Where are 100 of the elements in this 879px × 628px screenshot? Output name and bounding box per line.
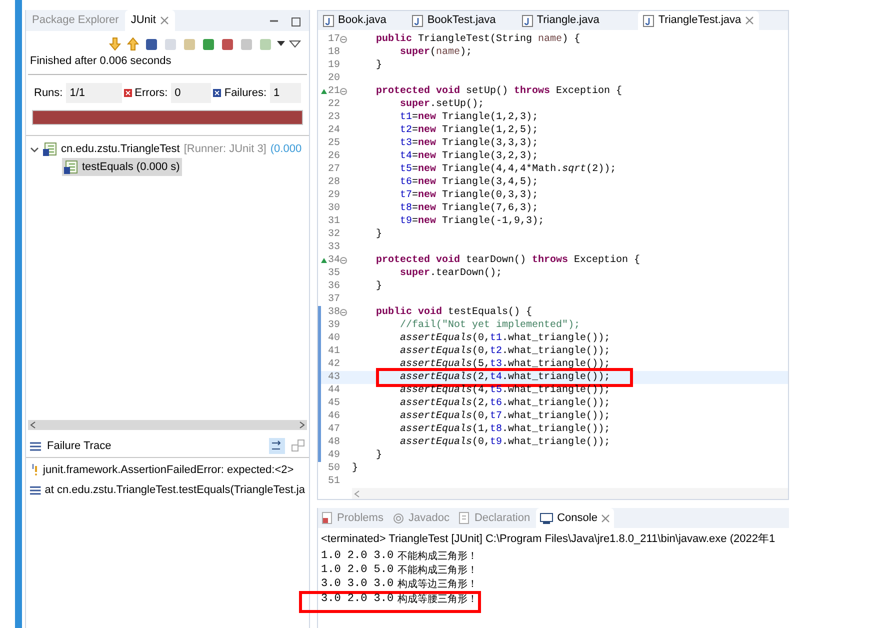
console-output: 3.0 2.0 3.0 <box>321 592 394 608</box>
line-number: 47 <box>328 423 340 437</box>
line-number: 42 <box>328 358 340 372</box>
line-number: 23 <box>328 111 340 125</box>
line-number: 19 <box>328 59 340 73</box>
close-icon[interactable] <box>745 16 754 25</box>
test-class-icon <box>64 160 78 174</box>
editor-tab[interactable]: TriangleTest.java <box>638 11 760 30</box>
line-number: 36 <box>328 280 340 294</box>
code-line: t7=new Triangle(0,3,3); <box>400 189 538 202</box>
line-number: 24 <box>328 124 340 138</box>
code-line: t5=new Triangle(4,4,4*Math.sqrt(2)); <box>400 163 616 176</box>
code-line: } <box>352 462 358 475</box>
code-line: super.setUp(); <box>400 98 484 111</box>
code-line: //fail("Not yet implemented"); <box>400 319 580 332</box>
view-menu-icon[interactable] <box>289 40 301 48</box>
line-number: 22 <box>328 98 340 112</box>
horizontal-scrollbar[interactable] <box>28 420 307 430</box>
filter-stack-icon[interactable] <box>269 438 285 454</box>
line-number: 28 <box>328 176 340 190</box>
java-file-icon <box>643 14 654 26</box>
collapse-icon[interactable] <box>340 309 348 316</box>
line-number: 27 <box>328 163 340 177</box>
line-number: 26 <box>328 150 340 164</box>
code-line: assertEquals(5,t3.what_triangle()); <box>400 358 610 371</box>
code-line: t6=new Triangle(3,4,5); <box>400 176 538 189</box>
line-number: 49 <box>328 449 340 463</box>
console-output: 1.0 2.0 5.0 <box>321 563 394 578</box>
at-sign-icon <box>393 512 404 524</box>
failure-trace-title: Failure Trace <box>47 438 112 454</box>
code-line: } <box>376 59 382 72</box>
arrow-down-icon[interactable] <box>108 37 122 51</box>
exception-icon <box>30 464 39 476</box>
console-message: 构成等边三角形！ <box>398 578 478 592</box>
view-tab[interactable]: JUnit <box>124 10 175 31</box>
problems-icon <box>322 512 333 524</box>
console-message: 不能构成三角形！ <box>398 564 478 578</box>
scroll-left-icon[interactable] <box>30 421 36 429</box>
code-line: } <box>376 228 382 241</box>
collapse-icon[interactable] <box>340 257 348 264</box>
code-line: } <box>376 280 382 293</box>
code-line: public TriangleTest(String name) { <box>376 33 580 46</box>
java-file-icon <box>522 14 533 26</box>
trace-line[interactable]: junit.framework.AssertionFailedError: expected:<2> <box>43 462 294 478</box>
test-tree-item[interactable]: cn.edu.zstu.TriangleTest [Runner: JUnit 3] (0.000 <box>26 140 309 158</box>
test-tree-item[interactable]: testEquals (0.000 s) <box>62 158 182 176</box>
line-number: 39 <box>328 319 340 333</box>
editor-tab[interactable]: BookTest.java <box>407 11 501 30</box>
dropdown-icon[interactable] <box>277 41 285 47</box>
editor-tab[interactable]: Book.java <box>318 11 392 30</box>
scroll-left-icon[interactable] <box>354 490 360 498</box>
code-line: t4=new Triangle(3,2,3); <box>400 150 538 163</box>
override-icon <box>321 89 327 94</box>
code-line: assertEquals(0,t2.what_triangle()); <box>400 345 610 358</box>
code-line: protected void setUp() throws Exception { <box>376 85 622 98</box>
stack-frame-icon <box>30 486 41 494</box>
error-icon <box>124 88 132 97</box>
code-line: super(name); <box>400 46 472 59</box>
collapse-icon[interactable] <box>340 88 348 95</box>
failure-icon <box>213 88 222 97</box>
line-number: 35 <box>328 267 340 281</box>
code-line: assertEquals(2,t4.what_triangle()); <box>400 371 610 384</box>
chevron-icon[interactable] <box>30 144 39 154</box>
line-number: 25 <box>328 137 340 151</box>
line-number: 34 <box>328 254 340 268</box>
scroll-right-icon[interactable] <box>299 421 305 429</box>
line-number: 29 <box>328 189 340 203</box>
line-number: 43 <box>328 371 340 385</box>
editor-tab[interactable]: Triangle.java <box>516 11 604 30</box>
line-number: 51 <box>328 475 340 489</box>
console-icon <box>540 512 554 524</box>
declaration-icon <box>459 512 470 524</box>
code-line: assertEquals(0,t9.what_triangle()); <box>400 436 610 449</box>
trace-line[interactable]: at cn.edu.zstu.TriangleTest.testEquals(TriangleTest.ja <box>44 482 305 498</box>
counter-value: 0 <box>170 82 212 103</box>
code-line: public void testEquals() { <box>376 306 532 319</box>
arrow-up-icon[interactable] <box>126 37 140 51</box>
counter-value: 1 <box>270 82 302 103</box>
code-line: assertEquals(1,t8.what_triangle()); <box>400 423 610 436</box>
collapse-icon[interactable] <box>340 36 348 43</box>
horizontal-scrollbar[interactable] <box>352 488 788 499</box>
line-number: 38 <box>328 306 340 320</box>
counter-value: 1/1 <box>66 82 122 103</box>
counter-label: Runs: <box>34 86 63 100</box>
line-number: 44 <box>328 384 340 398</box>
code-line: } <box>376 449 382 462</box>
console-output: 3.0 3.0 3.0 <box>321 577 394 592</box>
line-number: 40 <box>328 332 340 346</box>
counter-label: Errors: <box>134 86 168 100</box>
line-number: 41 <box>328 345 340 359</box>
close-icon[interactable] <box>601 514 610 522</box>
close-icon[interactable] <box>160 16 169 25</box>
line-number: 45 <box>328 397 340 411</box>
view-tab[interactable]: Console <box>536 508 614 528</box>
maximize-icon[interactable] <box>291 17 301 27</box>
compare-icon[interactable] <box>291 439 305 453</box>
console-message: 构成等腰三角形！ <box>398 592 478 607</box>
test-class-icon <box>43 142 57 156</box>
status-text: Finished after 0.006 seconds <box>30 55 172 67</box>
console-output: 1.0 2.0 3.0 <box>321 549 394 564</box>
